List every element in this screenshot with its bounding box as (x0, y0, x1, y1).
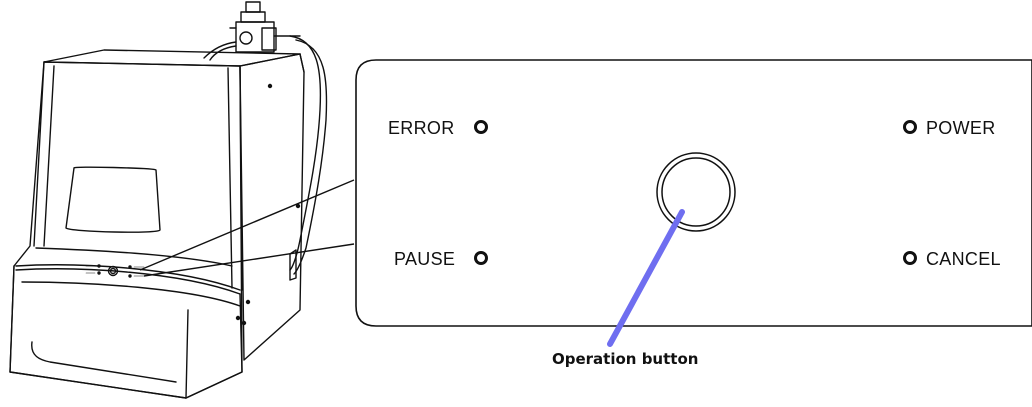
air-hose (289, 35, 328, 275)
operation-button-caption: Operation button (552, 350, 699, 368)
enlarged-operation-panel (355, 59, 1032, 327)
error-label: ERROR (388, 118, 455, 138)
pause-label: PAUSE (394, 249, 456, 269)
diagram-canvas: ERROR PAUSE POWER CANCEL Operation butto… (0, 0, 1032, 402)
door-window (65, 166, 161, 233)
zoom-callout-lines (139, 179, 355, 277)
machine-illustration (9, 1, 1032, 399)
cancel-label: CANCEL (926, 249, 1001, 269)
power-label: POWER (926, 118, 996, 138)
air-regulator (203, 1, 301, 61)
machine-side-panel (239, 53, 305, 361)
